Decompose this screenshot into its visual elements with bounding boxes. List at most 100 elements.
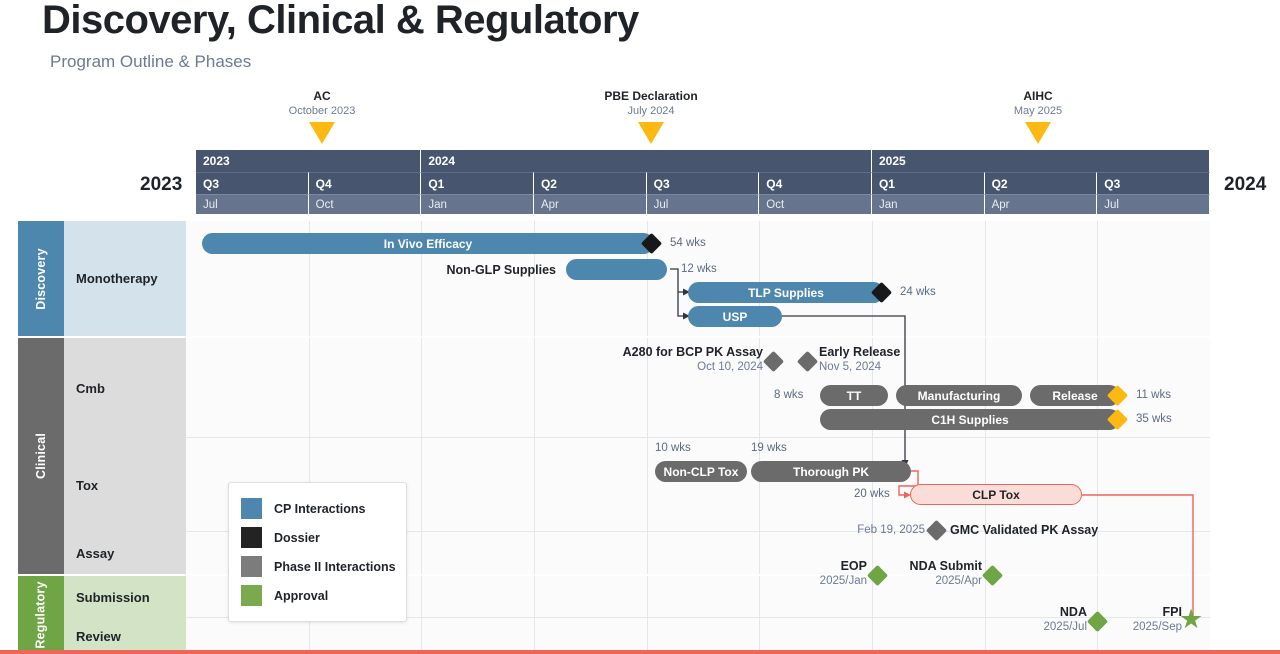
timeline-year-cell: 2023 — [196, 150, 422, 172]
page-title: Discovery, Clinical & Regulatory — [42, 0, 639, 42]
row-divider — [186, 437, 1210, 438]
legend-swatch — [241, 527, 262, 548]
legend-swatch — [241, 556, 262, 577]
legend-item-cp-interactions[interactable]: CP Interactions — [241, 494, 394, 523]
milestone-date-nda-submit: 2025/Apr — [935, 575, 982, 587]
legend-label: Phase II Interactions — [274, 559, 396, 574]
timeline-year-cell: 2025 — [871, 150, 1210, 172]
timeline-month-cell: Jan — [421, 194, 534, 214]
top-milestone-aihc: AIHC May 2025 — [958, 89, 1118, 144]
timeline-quarter-cell: Q4 — [759, 172, 872, 194]
milestone-name-early-release: Early Release — [819, 345, 901, 359]
milestone-date-gmc-validated-pk-assay: Feb 19, 2025 — [857, 524, 925, 536]
bar-duration-tt: 8 wks — [774, 389, 804, 401]
gantt-bar-tlp-supplies[interactable]: TLP Supplies — [688, 282, 884, 303]
gantt-bar-tt[interactable]: TT — [820, 385, 888, 406]
legend-swatch — [241, 498, 262, 519]
row-label-submission: Submission — [64, 576, 186, 618]
timeline-quarter-cell: Q3 — [196, 172, 309, 194]
milestone-name-fpi: FPI — [1162, 605, 1182, 619]
milestone-name-nda-submit: NDA Submit — [909, 559, 982, 573]
top-milestone-name: AC — [313, 89, 331, 103]
triangle-marker-icon — [638, 122, 664, 144]
timeline-quarter-cell: Q1 — [871, 172, 985, 194]
legend-label: Approval — [274, 588, 329, 603]
timeline-quarter-cell: Q2 — [533, 172, 647, 194]
legend-swatch — [241, 585, 262, 606]
legend-item-approval[interactable]: Approval — [241, 581, 394, 610]
legend-label: CP Interactions — [274, 501, 366, 516]
gantt-bar-label-non-glp-supplies: Non-GLP Supplies — [446, 263, 557, 277]
milestone-date-eop: 2025/Jan — [819, 575, 867, 587]
milestone-date-a280-bcp-pk-assay: Oct 10, 2024 — [697, 361, 763, 373]
gantt-bar-clp-tox[interactable]: CLP Tox — [910, 484, 1082, 505]
legend-item-dossier[interactable]: Dossier — [241, 523, 394, 552]
gantt-bar-in-vivo-efficacy[interactable]: In Vivo Efficacy — [202, 233, 654, 254]
timeline-month-cell: Jul — [196, 194, 309, 214]
milestone-star-fpi[interactable]: ★ — [1179, 606, 1203, 633]
timeline-month-cell: Oct — [308, 194, 422, 214]
row-label-cmb: Cmb — [64, 338, 186, 438]
timeline-month-row: Jul Oct Jan Apr Jul Oct Jan Apr Jul — [196, 194, 1210, 214]
phase-band-regulatory: Regulatory — [18, 576, 64, 654]
phase-band-discovery: Discovery — [18, 221, 64, 336]
timeline-month-cell: Jul — [646, 194, 760, 214]
top-milestone-name: PBE Declaration — [604, 89, 698, 103]
timeline-year-cell: 2024 — [421, 150, 872, 172]
timeline-month-cell: Apr — [533, 194, 647, 214]
timeline-year-row: 2023 2024 2025 — [196, 150, 1210, 172]
phase-band-clinical: Clinical — [18, 338, 64, 574]
timeline-quarter-cell: Q1 — [421, 172, 534, 194]
timeline-header: 2023 2024 2025 Q3 Q4 Q1 Q2 Q3 Q4 Q1 Q2 Q3 Jul Oct Ja… — [196, 150, 1210, 214]
top-milestone-name: AIHC — [1023, 89, 1053, 103]
milestone-name-eop: EOP — [840, 559, 867, 573]
top-milestone-date: May 2025 — [1013, 105, 1063, 117]
milestone-date-nda: 2025/Jul — [1043, 621, 1087, 633]
row-label-tox: Tox — [64, 438, 186, 532]
bar-duration-release: 11 wks — [1136, 389, 1171, 401]
gantt-bar-non-clp-tox[interactable]: Non-CLP Tox — [655, 461, 747, 482]
milestone-name-gmc-validated-pk-assay: GMC Validated PK Assay — [950, 523, 1099, 537]
milestone-name-nda: NDA — [1059, 605, 1087, 619]
bar-duration-non-clp-tox: 10 wks — [655, 442, 691, 454]
top-milestone-ac: AC October 2023 — [242, 89, 402, 144]
timeline-month-cell: Apr — [984, 194, 1098, 214]
legend-label: Dossier — [274, 530, 320, 545]
timeline-month-cell: Jul — [1097, 194, 1210, 214]
timeline-month-cell: Oct — [759, 194, 872, 214]
triangle-marker-icon — [1025, 122, 1051, 144]
page-subtitle: Program Outline & Phases — [50, 52, 252, 71]
timeline-quarter-cell: Q3 — [646, 172, 760, 194]
timeline-quarter-row: Q3 Q4 Q1 Q2 Q3 Q4 Q1 Q2 Q3 — [196, 172, 1210, 194]
phase-band-label: Discovery — [34, 247, 48, 310]
milestone-date-early-release: Nov 5, 2024 — [819, 361, 882, 373]
gantt-bar-c1h-supplies[interactable]: C1H Supplies — [820, 409, 1120, 430]
triangle-marker-icon — [309, 122, 335, 144]
bar-duration-non-glp-supplies: 12 wks — [681, 263, 717, 275]
milestone-date-fpi: 2025/Sep — [1132, 621, 1182, 633]
phase-band-label: Regulatory — [34, 581, 49, 649]
gantt-bar-non-glp-supplies[interactable] — [566, 259, 667, 280]
gantt-bar-thorough-pk[interactable]: Thorough PK — [751, 461, 911, 482]
bar-duration-tlp-supplies: 24 wks — [900, 286, 936, 298]
row-label-assay: Assay — [64, 532, 186, 574]
bar-duration-in-vivo-efficacy: 54 wks — [670, 237, 706, 249]
gantt-body: Discovery Clinical Regulatory Monotherapy Cm… — [0, 221, 1280, 654]
bar-duration-thorough-pk: 19 wks — [751, 442, 787, 454]
top-milestone-pbe-declaration: PBE Declaration July 2024 — [571, 89, 731, 144]
year-label-right: 2024 — [1224, 174, 1267, 195]
bar-duration-c1h-supplies: 35 wks — [1136, 413, 1172, 425]
timeline-quarter-cell: Q4 — [308, 172, 422, 194]
timeline-quarter-cell: Q2 — [984, 172, 1098, 194]
gantt-bar-usp[interactable]: USP — [688, 306, 782, 327]
legend-panel: CP Interactions Dossier Phase II Interacti… — [228, 482, 407, 622]
timeline-month-cell: Jan — [871, 194, 985, 214]
phase-divider — [18, 574, 1210, 576]
year-label-left: 2023 — [140, 174, 183, 195]
top-milestone-date: October 2023 — [288, 105, 356, 117]
gantt-bar-manufacturing[interactable]: Manufacturing — [896, 385, 1022, 406]
milestone-name-a280-bcp-pk-assay: A280 for BCP PK Assay — [622, 345, 763, 359]
timeline-quarter-cell: Q3 — [1097, 172, 1210, 194]
top-milestone-date: July 2024 — [627, 105, 675, 117]
legend-item-phase-ii-interactions[interactable]: Phase II Interactions — [241, 552, 396, 581]
